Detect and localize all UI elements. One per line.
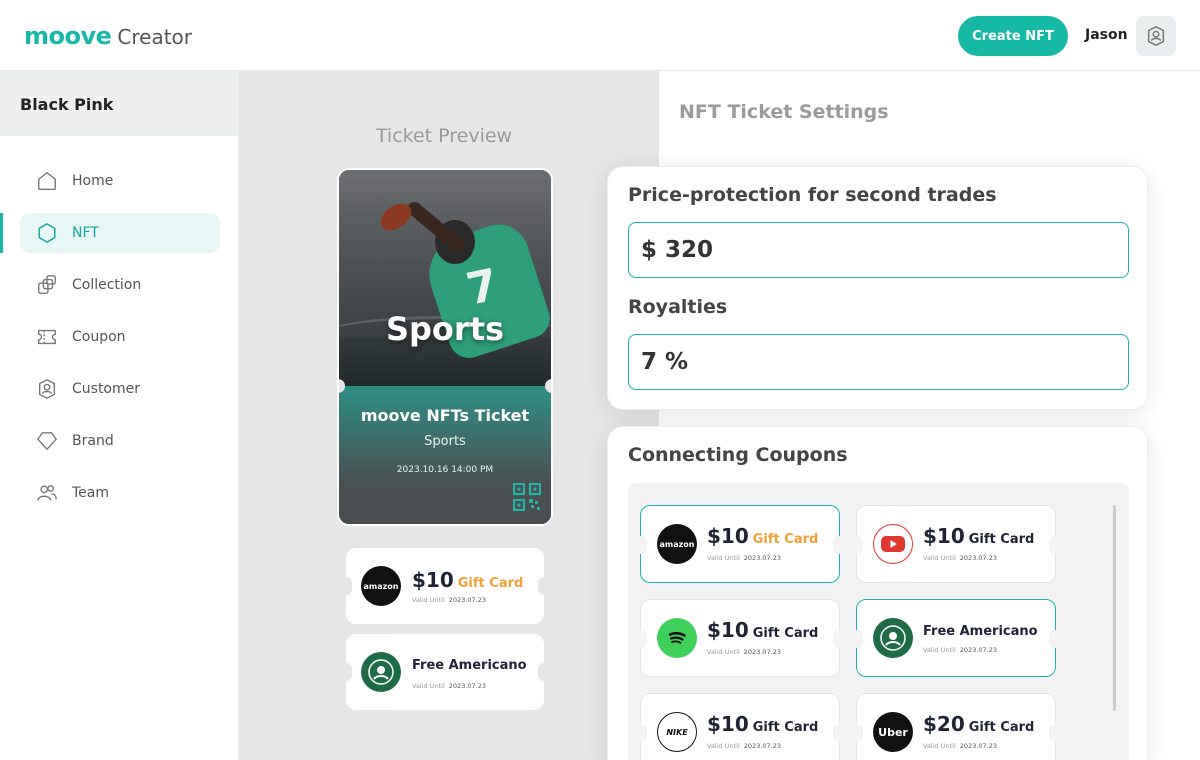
coupon-valid-label: Valid Until [412, 596, 445, 604]
sidebar-item-label: Team [72, 485, 110, 501]
logo-subtitle: Creator [117, 25, 193, 49]
coupon-valid-label: Valid Until [707, 554, 740, 562]
coupon-valid-date: 2023.07.23 [743, 742, 781, 750]
qr-code-icon [513, 483, 541, 511]
connecting-coupons-label: Connecting Coupons [628, 444, 848, 466]
sidebar-item-collection[interactable]: Collection [20, 265, 220, 305]
pricing-card: Price-protection for second trades $ 320… [607, 166, 1148, 410]
coupon-amount: $20 [923, 712, 965, 736]
user-name[interactable]: Jason [1085, 27, 1128, 43]
ticket-datetime: 2023.10.16 14:00 PM [396, 465, 494, 475]
coupon-card-spotify[interactable]: $10 Gift Card Valid Until 2023.07.23 [635, 599, 845, 677]
coupon-valid-date: 2023.07.23 [448, 596, 486, 604]
amazon-logo-icon: amazon [657, 524, 697, 564]
coupon-card-amazon[interactable]: amazon $10 Gift Card Valid Until 2023.07.2… [635, 505, 845, 583]
coupon-card-uber[interactable]: Uber $20 Gift Card Valid Until 2023.07.23 [851, 693, 1061, 760]
coupon-title: Free Americano [923, 624, 1038, 639]
sidebar-nav: Home NFT Collection Coupon Customer Bran… [0, 161, 220, 525]
sidebar: Black Pink Home NFT Collection Coupon Cu… [0, 71, 239, 760]
coupon-valid-label: Valid Until [707, 742, 740, 750]
sidebar-item-coupon[interactable]: Coupon [20, 317, 220, 357]
sidebar-item-label: NFT [72, 225, 99, 241]
sidebar-item-brand[interactable]: Brand [20, 421, 220, 461]
coupon-amount: $10 [923, 524, 965, 548]
price-protection-label: Price-protection for second trades [628, 184, 997, 206]
brand-icon [36, 430, 58, 452]
starbucks-logo-icon [361, 652, 401, 692]
price-protection-input[interactable]: $ 320 [628, 222, 1129, 278]
coupon-amount: $10 [707, 524, 749, 548]
starbucks-logo-icon [873, 618, 913, 658]
team-icon [36, 482, 58, 504]
coupon-list-scrollbar[interactable] [1113, 505, 1116, 711]
coupon-valid-date: 2023.07.23 [743, 648, 781, 656]
coupon-type: Gift Card [968, 720, 1035, 735]
project-name[interactable]: Black Pink [0, 71, 238, 136]
sidebar-item-customer[interactable]: Customer [20, 369, 220, 409]
sidebar-item-team[interactable]: Team [20, 473, 220, 513]
coupon-valid-label: Valid Until [923, 554, 956, 562]
coupon-valid-label: Valid Until [923, 646, 956, 654]
coupon-amount: $10 [707, 712, 749, 736]
coupon-valid-label: Valid Until [707, 648, 740, 656]
royalties-input[interactable]: 7 % [628, 334, 1129, 390]
ticket-preview-panel: Ticket Preview 7 Sports moove NFTs Ticke… [239, 71, 659, 760]
sidebar-item-label: Customer [72, 381, 141, 397]
coupon-type: Gift Card [752, 532, 819, 547]
coupon-valid-date: 2023.07.23 [448, 682, 486, 690]
sidebar-item-label: Home [72, 173, 114, 189]
sidebar-item-home[interactable]: Home [20, 161, 220, 201]
collection-icon [36, 274, 58, 296]
coupon-amount: $10 [707, 618, 749, 642]
settings-title: NFT Ticket Settings [679, 101, 889, 123]
coupon-card-youtube[interactable]: $10 Gift Card Valid Until 2023.07.23 [851, 505, 1061, 583]
coupon-icon [36, 326, 58, 348]
coupon-card-starbucks[interactable]: Free Americano Valid Until 2023.07.23 [851, 599, 1061, 677]
sidebar-item-label: Collection [72, 277, 142, 293]
preview-coupon-starbucks: Free Americano Valid Until 2023.07.23 [340, 634, 550, 710]
top-header: moove Creator Create NFT Jason [0, 0, 1200, 71]
nike-logo-icon: NIKE [657, 712, 697, 752]
coupon-valid-date: 2023.07.23 [959, 742, 997, 750]
sidebar-item-nft[interactable]: NFT [0, 213, 220, 253]
coupon-title: Free Americano [412, 658, 527, 673]
youtube-logo-icon [873, 524, 913, 564]
hexagon-icon [36, 222, 58, 244]
coupon-card-nike[interactable]: NIKE $10 Gift Card Valid Until 2023.07.23 [635, 693, 845, 760]
home-icon [36, 170, 58, 192]
coupon-type: Gift Card [457, 576, 524, 591]
coupon-valid-date: 2023.07.23 [959, 554, 997, 562]
preview-coupon-amazon: amazon $10 Gift Card Valid Until 2023.07.2… [340, 548, 550, 624]
coupon-amount: $10 [412, 568, 454, 592]
amazon-logo-icon: amazon [361, 566, 401, 606]
ticket-image: 7 Sports [339, 170, 551, 386]
app-logo[interactable]: moove Creator [24, 22, 192, 50]
ticket-preview-card: 7 Sports moove NFTs Ticket Sports 2023.1… [337, 168, 553, 526]
spotify-logo-icon [657, 618, 697, 658]
preview-title: Ticket Preview [375, 125, 513, 147]
royalties-label: Royalties [628, 296, 728, 318]
ticket-hero-text: Sports [385, 310, 505, 348]
customer-icon [36, 378, 58, 400]
coupon-type: Gift Card [752, 720, 819, 735]
coupon-valid-label: Valid Until [412, 682, 445, 690]
coupon-type: Gift Card [752, 626, 819, 641]
logo-mark: moove [24, 22, 112, 50]
coupon-valid-date: 2023.07.23 [743, 554, 781, 562]
sidebar-item-label: Coupon [72, 329, 126, 345]
uber-logo-icon: Uber [873, 712, 913, 752]
ticket-category: Sports [424, 434, 466, 449]
ticket-name: moove NFTs Ticket [360, 406, 530, 425]
avatar[interactable] [1136, 16, 1176, 56]
connecting-coupons-card: Connecting Coupons amazon $10 Gift Card V… [607, 426, 1148, 760]
create-nft-button[interactable]: Create NFT [958, 16, 1068, 56]
sidebar-item-label: Brand [72, 433, 114, 449]
coupon-type: Gift Card [968, 532, 1035, 547]
user-icon [1147, 26, 1165, 46]
coupon-valid-date: 2023.07.23 [959, 646, 997, 654]
coupon-valid-label: Valid Until [923, 742, 956, 750]
coupon-list[interactable]: amazon $10 Gift Card Valid Until 2023.07.2… [628, 483, 1129, 760]
